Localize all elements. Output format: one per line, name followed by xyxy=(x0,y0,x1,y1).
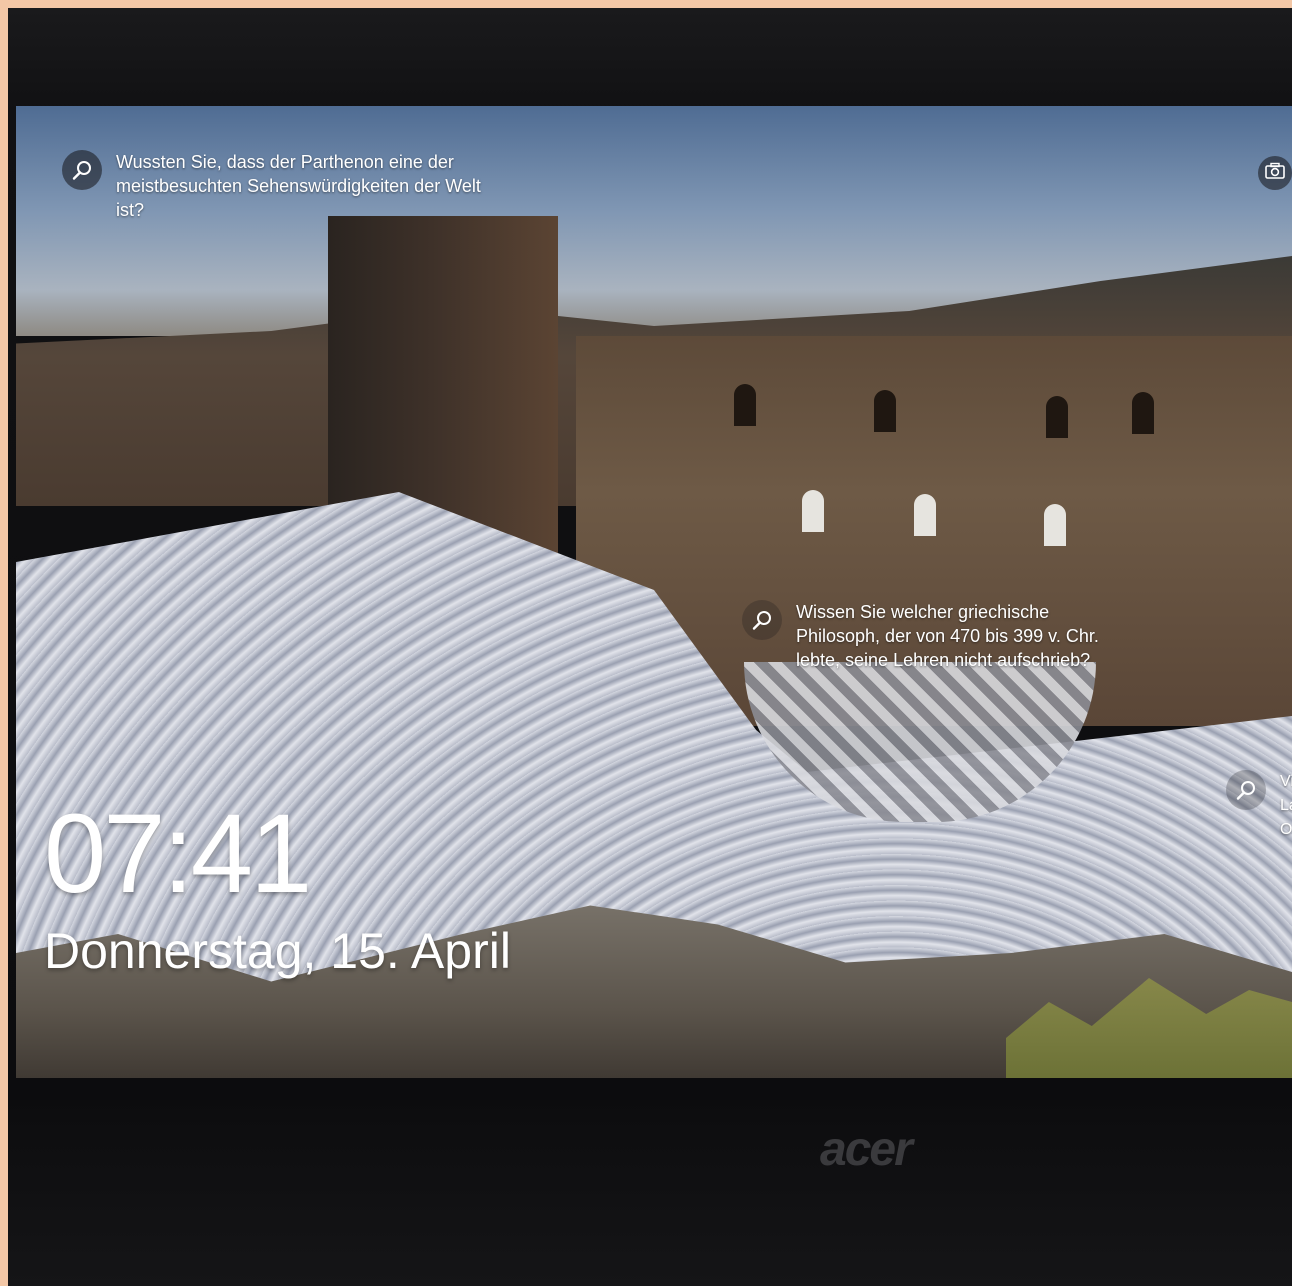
ruin-arch xyxy=(874,390,896,432)
search-icon xyxy=(62,150,102,190)
ruin-arch xyxy=(1046,396,1068,438)
hint-text: Wissen Sie welcher griechische Philosoph… xyxy=(796,602,1099,670)
ruin-arch xyxy=(1044,504,1066,546)
camera-icon xyxy=(1265,162,1285,185)
ruin-arch xyxy=(734,384,756,426)
spotlight-hint-parthenon[interactable]: Wussten Sie, dass der Parthenon eine der… xyxy=(62,150,482,222)
ruin-arch xyxy=(914,494,936,536)
ruin-arch xyxy=(802,490,824,532)
ruin-arch xyxy=(1132,392,1154,434)
search-icon xyxy=(1226,770,1266,810)
hint-text: Vi La O xyxy=(1280,773,1292,838)
lock-screen-date: Donnerstag, 15. April xyxy=(44,923,511,979)
lock-screen-time: 07:41 xyxy=(44,791,312,916)
hint-text: Wussten Sie, dass der Parthenon eine der… xyxy=(116,152,481,220)
brand-logo: acer xyxy=(820,1123,913,1176)
spotlight-hint-philosopher[interactable]: Wissen Sie welcher griechische Philosoph… xyxy=(742,600,1102,672)
spotlight-hint-cutoff[interactable]: Vi La O xyxy=(1226,770,1292,842)
search-icon xyxy=(742,600,782,640)
lock-screen[interactable]: Wussten Sie, dass der Parthenon eine der… xyxy=(16,106,1292,1078)
camera-button[interactable] xyxy=(1258,156,1292,190)
